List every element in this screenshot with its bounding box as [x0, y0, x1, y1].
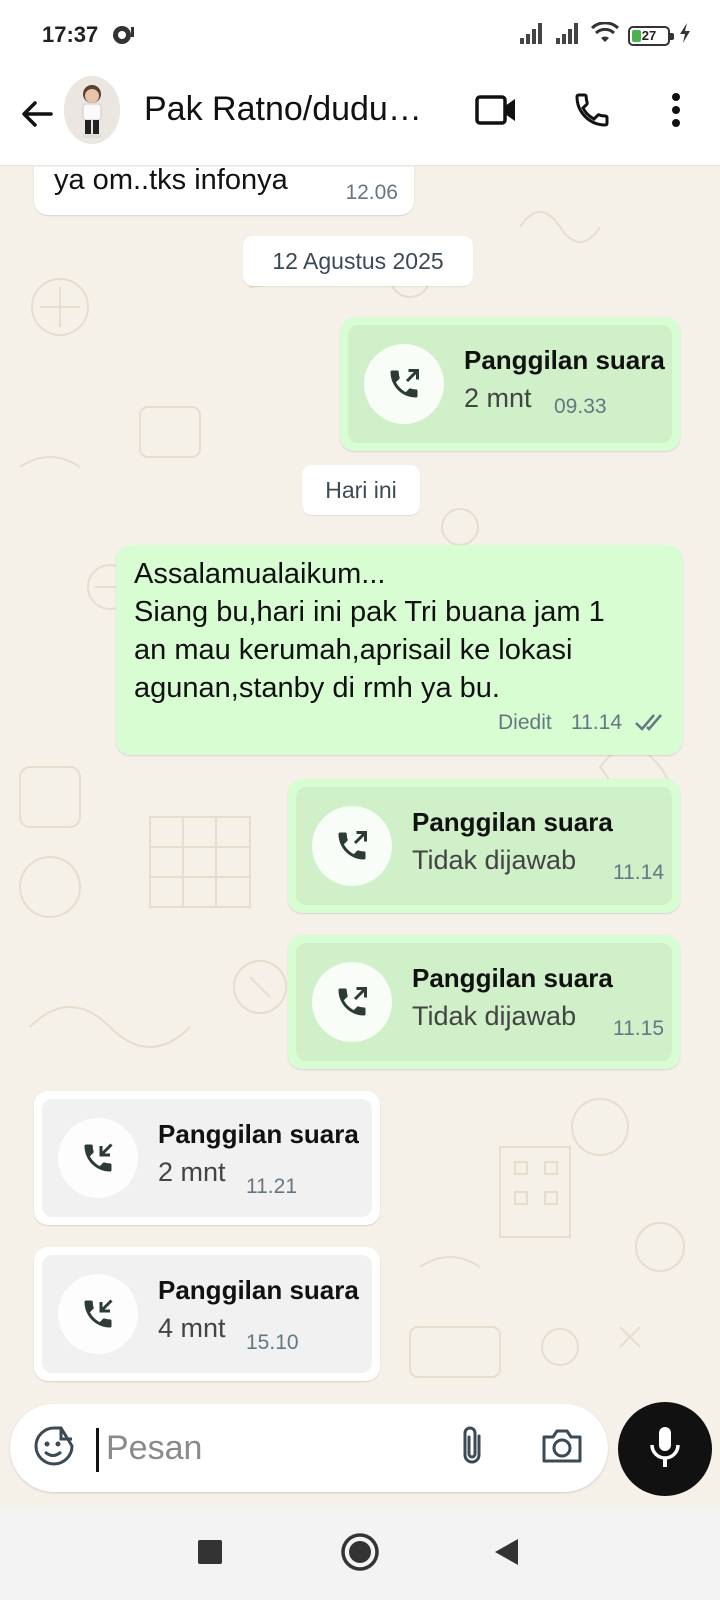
read-receipt-icon — [634, 710, 670, 739]
call-title: Panggilan suara — [412, 963, 613, 993]
battery-level: 27 — [641, 27, 657, 43]
message-text-line: Siang bu,hari ini pak Tri buana jam 1 — [134, 596, 605, 628]
call-title: Panggilan suara — [412, 807, 613, 837]
incoming-call-icon — [58, 1274, 138, 1354]
voice-message-button[interactable] — [618, 1402, 712, 1496]
signal-icon — [518, 22, 546, 49]
incoming-call-icon — [58, 1118, 138, 1198]
message-time: 11.14 — [571, 711, 622, 734]
call-bubble-outgoing[interactable]: Panggilan suara Tidak dijawab 11.15 — [288, 935, 680, 1069]
message-time: 11.15 — [613, 1017, 664, 1040]
triangle-back-icon — [492, 1537, 520, 1572]
message-bubble-outgoing[interactable]: Assalamualaikum... Siang bu,hari ini pak… — [116, 545, 682, 755]
avatar[interactable] — [64, 76, 120, 144]
wifi-icon — [590, 21, 620, 49]
recents-button[interactable] — [182, 1526, 238, 1582]
home-button[interactable] — [332, 1526, 388, 1582]
attach-icon — [457, 1424, 487, 1473]
system-navigation-bar — [0, 1506, 720, 1600]
message-time: 09.33 — [554, 395, 607, 418]
call-status: Tidak dijawab — [412, 1001, 577, 1031]
status-icons: 27 — [518, 21, 692, 49]
date-divider: Hari ini — [302, 465, 420, 515]
call-title: Panggilan suara — [158, 1275, 359, 1305]
message-text-line: an mau kerumah,aprisail ke lokasi — [134, 634, 573, 666]
more-options-button[interactable] — [648, 84, 704, 140]
more-vert-icon — [670, 92, 682, 133]
battery-icon: 27 — [628, 25, 674, 46]
camera-icon — [540, 1427, 584, 1470]
sticker-icon — [33, 1425, 75, 1472]
message-bubble-incoming[interactable]: ya om..tks infonya 12.06 — [34, 167, 414, 215]
message-text-line: agunan,stanby di rmh ya bu. — [134, 672, 500, 704]
date-divider: 12 Agustus 2025 — [243, 236, 473, 286]
call-duration: 2 mnt — [158, 1157, 226, 1187]
video-call-icon — [474, 92, 518, 133]
square-icon — [197, 1539, 223, 1570]
call-title: Panggilan suara — [158, 1119, 359, 1149]
notification-icon — [112, 24, 136, 51]
call-title: Panggilan suara — [464, 345, 665, 375]
text-cursor — [96, 1428, 99, 1472]
message-text-line: Assalamualaikum... — [134, 558, 386, 590]
message-text: ya om..tks infonya — [54, 167, 288, 196]
outgoing-call-icon — [312, 806, 392, 886]
call-duration: 4 mnt — [158, 1313, 226, 1343]
call-bubble-outgoing[interactable]: Panggilan suara Tidak dijawab 11.14 — [288, 779, 680, 913]
outgoing-call-icon — [312, 962, 392, 1042]
message-input[interactable] — [106, 1422, 426, 1474]
call-bubble-incoming[interactable]: Panggilan suara 2 mnt 11.21 — [34, 1091, 380, 1225]
message-time: 11.21 — [246, 1175, 297, 1198]
message-time: 12.06 — [345, 181, 398, 204]
sticker-button[interactable] — [30, 1424, 78, 1472]
home-circle-icon — [340, 1532, 380, 1577]
charging-icon — [678, 22, 692, 49]
chat-header: Pak Ratno/dudun... — [0, 66, 720, 166]
call-status: Tidak dijawab — [412, 845, 577, 875]
contact-name[interactable]: Pak Ratno/dudun... — [144, 90, 434, 129]
back-button[interactable] — [12, 88, 62, 144]
message-composer — [10, 1404, 608, 1492]
call-bubble-incoming[interactable]: Panggilan suara 4 mnt 15.10 — [34, 1247, 380, 1381]
call-duration: 2 mnt — [464, 383, 532, 413]
back-arrow-icon — [19, 96, 55, 137]
back-nav-button[interactable] — [478, 1526, 534, 1582]
call-bubble-outgoing[interactable]: Panggilan suara 2 mnt 09.33 — [340, 317, 680, 451]
message-time: 11.14 — [613, 861, 664, 884]
signal-icon — [554, 22, 582, 49]
status-time: 17:37 — [42, 22, 99, 47]
message-time: 15.10 — [246, 1331, 299, 1354]
status-bar: 17:37 27 — [0, 0, 720, 66]
video-call-button[interactable] — [468, 84, 524, 140]
chat-area[interactable]: ya om..tks infonya 12.06 12 Agustus 2025… — [0, 167, 720, 1404]
attach-button[interactable] — [446, 1422, 498, 1474]
edited-label: Diedit — [498, 711, 552, 734]
phone-icon — [572, 90, 612, 135]
voice-call-button[interactable] — [564, 84, 620, 140]
mic-icon — [648, 1425, 682, 1474]
camera-button[interactable] — [534, 1422, 590, 1474]
outgoing-call-icon — [364, 344, 444, 424]
